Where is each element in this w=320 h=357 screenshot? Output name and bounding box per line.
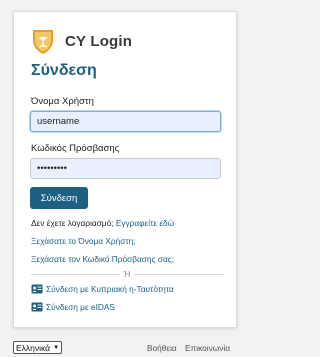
forgot-username-link[interactable]: Ξεχάσατε το Όνομα Χρήστη; xyxy=(31,236,136,246)
password-label: Κωδικός Πρόσβασης xyxy=(31,143,120,154)
contact-link[interactable]: Επικοινωνία xyxy=(185,343,230,353)
register-line: Δεν έχετε λογαριασμό; Εγγραφείτε εδώ xyxy=(31,218,225,228)
page-title: Σύνδεση xyxy=(31,62,97,79)
help-link[interactable]: Βοήθεια xyxy=(147,343,177,353)
forgot-username-line: Ξεχάσατε το Όνομα Χρήστη; xyxy=(31,236,225,246)
help-links: Δεν έχετε λογαριασμό; Εγγραφείτε εδώ Ξεχ… xyxy=(31,218,225,264)
forgot-password-link[interactable]: Ξεχάσατε τον Κωδικό Πρόσβασης σας; xyxy=(31,254,174,264)
brand-header: CY Login xyxy=(30,27,132,55)
login-button[interactable]: Σύνδεση xyxy=(30,187,88,209)
language-selected: Ελληνικά xyxy=(16,342,51,353)
id-card-icon xyxy=(31,284,43,294)
eidas-login-link[interactable]: Σύνδεση με eIDAS xyxy=(31,302,115,312)
username-label: Όνομα Χρήστη xyxy=(31,96,94,107)
or-text: Ή xyxy=(123,270,131,279)
eidas-login-label: Σύνδεση με eIDAS xyxy=(46,302,115,312)
brand-title: CY Login xyxy=(65,32,133,50)
password-input[interactable] xyxy=(30,158,221,179)
divider-rule-left xyxy=(31,274,120,275)
language-select[interactable]: Ελληνικά ▼ xyxy=(13,341,63,354)
id-card-login-link[interactable]: Σύνδεση με Κυπριακή η-Ταυτότητα xyxy=(31,284,174,294)
register-link[interactable]: Εγγραφείτε εδώ xyxy=(116,218,174,228)
id-card-icon xyxy=(31,302,43,312)
login-card: CY Login Σύνδεση Όνομα Χρήστη Κωδικός Πρ… xyxy=(13,11,237,328)
username-input[interactable] xyxy=(30,111,221,132)
footer: Ελληνικά ▼ Βοήθεια Επικοινωνία xyxy=(0,340,250,357)
or-divider: Ή xyxy=(31,270,224,279)
divider-rule-right xyxy=(134,274,224,275)
cyprus-coat-of-arms-icon xyxy=(33,30,53,54)
chevron-down-icon: ▼ xyxy=(53,344,60,351)
forgot-password-line: Ξεχάσατε τον Κωδικό Πρόσβασης σας; xyxy=(31,254,225,264)
id-card-login-label: Σύνδεση με Κυπριακή η-Ταυτότητα xyxy=(46,284,174,294)
no-account-text: Δεν έχετε λογαριασμό; xyxy=(31,218,114,228)
